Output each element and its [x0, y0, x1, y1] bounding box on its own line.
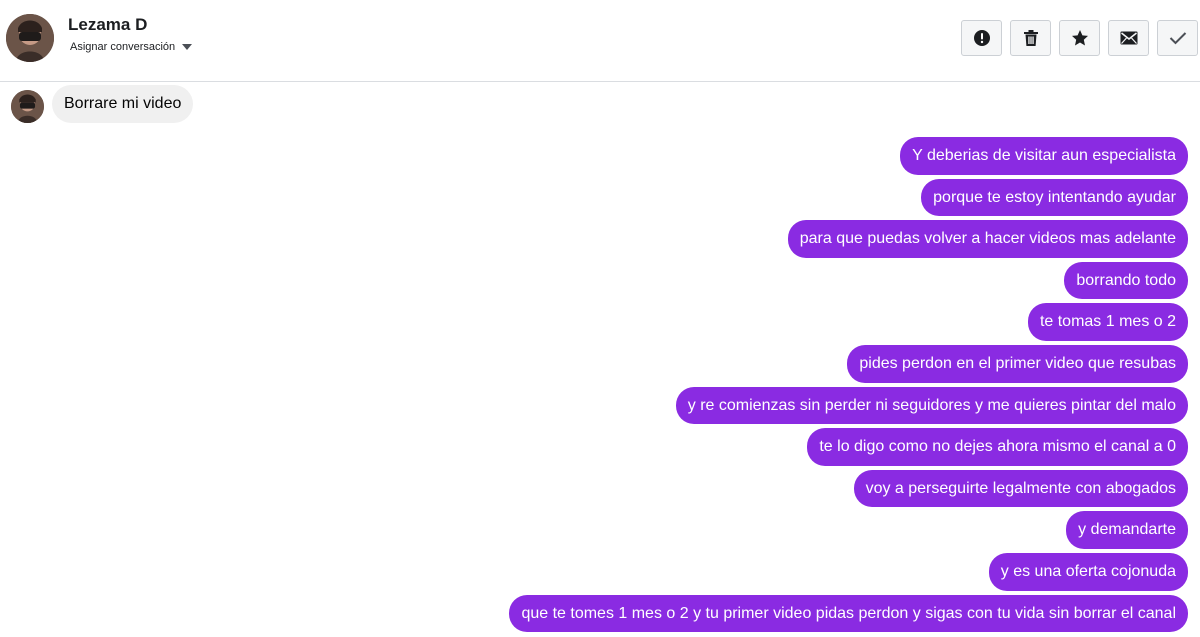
contact-name: Lezama D	[68, 15, 148, 34]
outgoing-message-bubble[interactable]: y demandarte	[1066, 511, 1188, 549]
incoming-message-bubble[interactable]: Borrare mi video	[52, 85, 194, 123]
outgoing-message-bubble[interactable]: borrando todo	[1064, 261, 1188, 300]
mark-spam-button[interactable]	[961, 20, 1002, 56]
conversation-header: Lezama D Asignar conversación	[0, 0, 1200, 82]
outgoing-message-list: Y deberias de visitar aun especialista p…	[0, 137, 1200, 633]
contact-avatar[interactable]	[6, 14, 54, 62]
check-icon	[1169, 32, 1186, 45]
outgoing-message-bubble[interactable]: y es una oferta cojonuda	[988, 552, 1188, 591]
conversation-actions	[961, 20, 1198, 56]
delete-button[interactable]	[1010, 20, 1051, 56]
alert-icon	[973, 30, 990, 46]
assign-conversation-label: Asignar conversación	[70, 41, 176, 53]
outgoing-message-bubble[interactable]: te lo digo como no dejes ahora mismo el …	[807, 428, 1188, 466]
outgoing-message-bubble[interactable]: y re comienzas sin perder ni seguidores …	[675, 386, 1188, 425]
mark-done-button[interactable]	[1157, 20, 1198, 56]
message-sender-avatar[interactable]	[11, 90, 44, 123]
outgoing-message-bubble[interactable]: voy a perseguirte legalmente con abogado…	[853, 469, 1188, 508]
star-icon	[1071, 30, 1088, 46]
mark-unread-button[interactable]	[1108, 20, 1149, 56]
conversation-view: Lezama D Asignar conversación Borrare mi…	[0, 0, 1200, 637]
star-button[interactable]	[1059, 20, 1100, 56]
outgoing-message-bubble[interactable]: te tomas 1 mes o 2	[1027, 303, 1188, 341]
outgoing-message-bubble[interactable]: pides perdon en el primer video que resu…	[847, 344, 1188, 383]
outgoing-message-bubble[interactable]: porque te estoy intentando ayudar	[921, 178, 1188, 217]
chevron-down-icon	[182, 44, 193, 50]
mail-icon	[1120, 31, 1137, 45]
outgoing-message-bubble[interactable]: Y deberias de visitar aun especialista	[900, 137, 1188, 175]
assign-conversation-dropdown[interactable]: Asignar conversación	[70, 40, 193, 54]
outgoing-message-bubble[interactable]: para que puedas volver a hacer videos ma…	[787, 220, 1188, 258]
outgoing-message-bubble[interactable]: que te tomes 1 mes o 2 y tu primer video…	[509, 594, 1188, 633]
trash-icon	[1023, 30, 1038, 46]
